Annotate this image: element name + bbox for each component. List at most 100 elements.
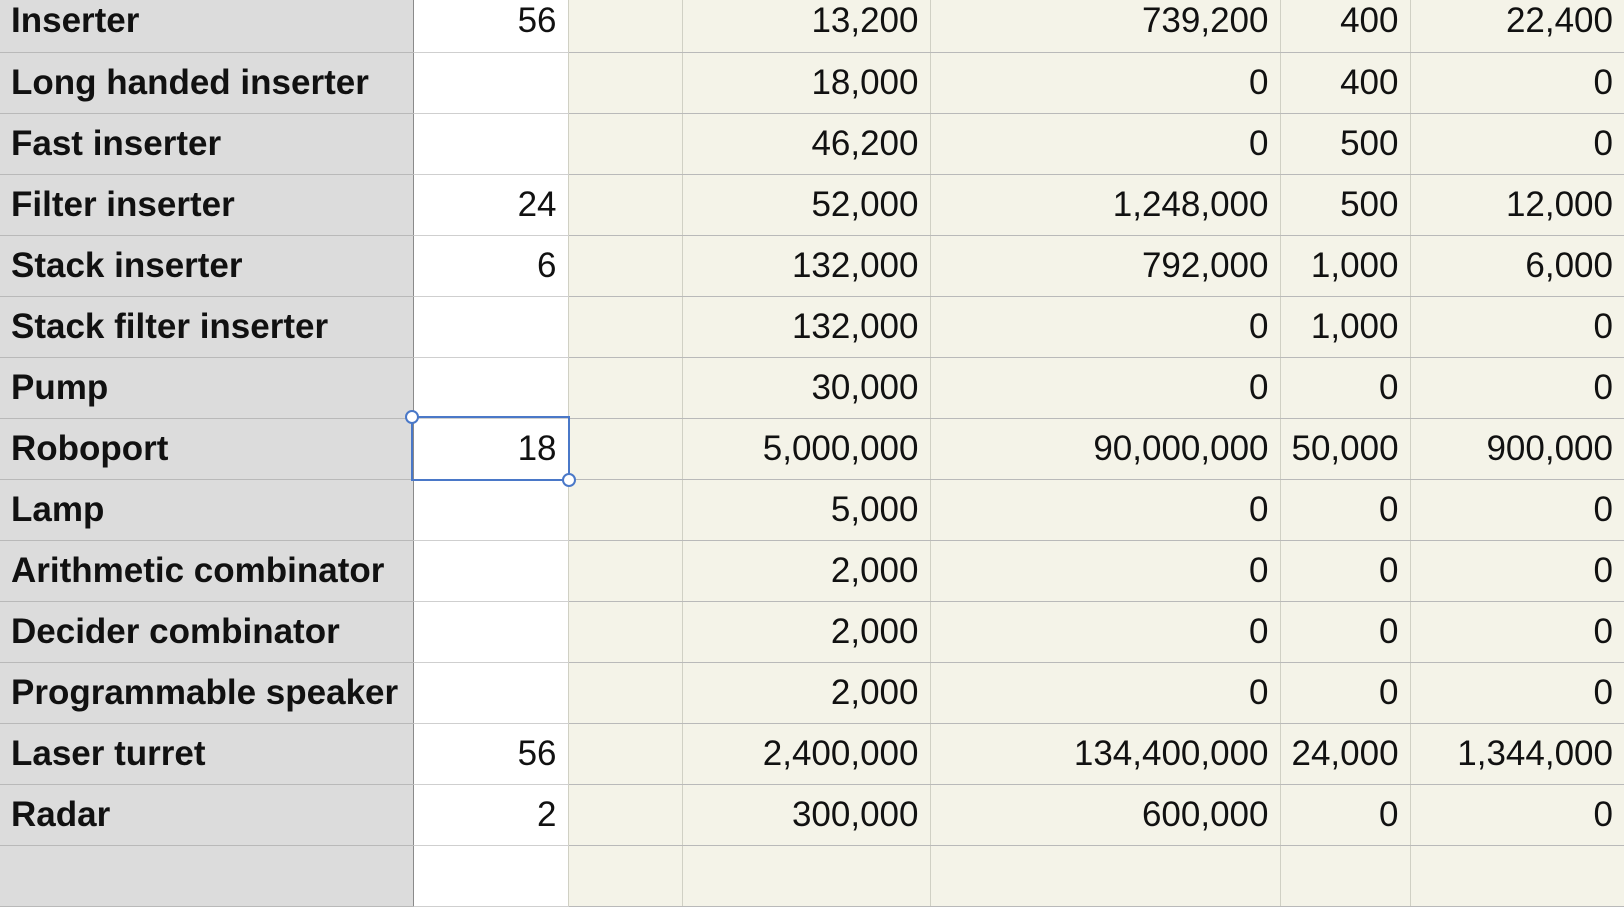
- value-cell-c[interactable]: 0: [1280, 662, 1411, 724]
- count-cell[interactable]: 56: [413, 0, 569, 53]
- blank-cell[interactable]: [568, 52, 683, 114]
- row-label-cell[interactable]: Inserter: [0, 0, 414, 53]
- value-cell-b[interactable]: [930, 845, 1281, 907]
- count-cell[interactable]: [413, 52, 569, 114]
- value-cell-c[interactable]: [1280, 845, 1411, 907]
- value-cell-c[interactable]: 0: [1280, 540, 1411, 602]
- count-cell[interactable]: 56: [413, 723, 569, 785]
- blank-cell[interactable]: [568, 418, 683, 480]
- value-cell-c[interactable]: 1,000: [1280, 296, 1411, 358]
- value-cell-b[interactable]: 1,248,000: [930, 174, 1281, 236]
- blank-cell[interactable]: [568, 357, 683, 419]
- value-cell-a[interactable]: 300,000: [682, 784, 931, 846]
- value-cell-a[interactable]: 132,000: [682, 235, 931, 297]
- value-cell-d[interactable]: 12,000: [1410, 174, 1624, 236]
- value-cell-a[interactable]: 132,000: [682, 296, 931, 358]
- count-cell[interactable]: [413, 479, 569, 541]
- value-cell-c[interactable]: 0: [1280, 357, 1411, 419]
- value-cell-d[interactable]: 0: [1410, 784, 1624, 846]
- value-cell-c[interactable]: 1,000: [1280, 235, 1411, 297]
- value-cell-a[interactable]: 5,000: [682, 479, 931, 541]
- value-cell-c[interactable]: 50,000: [1280, 418, 1411, 480]
- value-cell-d[interactable]: 0: [1410, 113, 1624, 175]
- value-cell-d[interactable]: 0: [1410, 601, 1624, 663]
- value-cell-a[interactable]: 5,000,000: [682, 418, 931, 480]
- row-label-cell[interactable]: Long handed inserter: [0, 52, 414, 114]
- blank-cell[interactable]: [568, 601, 683, 663]
- value-cell-b[interactable]: 0: [930, 296, 1281, 358]
- value-cell-c[interactable]: 500: [1280, 113, 1411, 175]
- row-label-cell[interactable]: [0, 845, 414, 907]
- value-cell-d[interactable]: 900,000: [1410, 418, 1624, 480]
- value-cell-a[interactable]: 46,200: [682, 113, 931, 175]
- value-cell-a[interactable]: 2,000: [682, 662, 931, 724]
- value-cell-a[interactable]: [682, 845, 931, 907]
- row-label-cell[interactable]: Lamp: [0, 479, 414, 541]
- value-cell-d[interactable]: 1,344,000: [1410, 723, 1624, 785]
- count-cell[interactable]: [413, 113, 569, 175]
- value-cell-b[interactable]: 90,000,000: [930, 418, 1281, 480]
- value-cell-c[interactable]: 0: [1280, 601, 1411, 663]
- row-label-cell[interactable]: Decider combinator: [0, 601, 414, 663]
- count-cell[interactable]: [413, 601, 569, 663]
- row-label-cell[interactable]: Roboport: [0, 418, 414, 480]
- value-cell-d[interactable]: 6,000: [1410, 235, 1624, 297]
- row-label-cell[interactable]: Arithmetic combinator: [0, 540, 414, 602]
- value-cell-d[interactable]: 0: [1410, 52, 1624, 114]
- value-cell-a[interactable]: 18,000: [682, 52, 931, 114]
- blank-cell[interactable]: [568, 662, 683, 724]
- row-label-cell[interactable]: Laser turret: [0, 723, 414, 785]
- count-cell[interactable]: 24: [413, 174, 569, 236]
- value-cell-b[interactable]: 0: [930, 540, 1281, 602]
- blank-cell[interactable]: [568, 479, 683, 541]
- value-cell-c[interactable]: 400: [1280, 0, 1411, 53]
- value-cell-b[interactable]: 0: [930, 479, 1281, 541]
- blank-cell[interactable]: [568, 296, 683, 358]
- value-cell-d[interactable]: 0: [1410, 662, 1624, 724]
- blank-cell[interactable]: [568, 0, 683, 53]
- value-cell-b[interactable]: 739,200: [930, 0, 1281, 53]
- value-cell-d[interactable]: [1410, 845, 1624, 907]
- count-cell[interactable]: [413, 357, 569, 419]
- row-label-cell[interactable]: Stack filter inserter: [0, 296, 414, 358]
- row-label-cell[interactable]: Pump: [0, 357, 414, 419]
- row-label-cell[interactable]: Stack inserter: [0, 235, 414, 297]
- count-cell[interactable]: [413, 845, 569, 907]
- value-cell-c[interactable]: 0: [1280, 479, 1411, 541]
- blank-cell[interactable]: [568, 723, 683, 785]
- value-cell-a[interactable]: 2,000: [682, 540, 931, 602]
- value-cell-b[interactable]: 134,400,000: [930, 723, 1281, 785]
- value-cell-b[interactable]: 0: [930, 601, 1281, 663]
- value-cell-b[interactable]: 0: [930, 52, 1281, 114]
- count-cell[interactable]: [413, 662, 569, 724]
- value-cell-c[interactable]: 500: [1280, 174, 1411, 236]
- row-label-cell[interactable]: Programmable speaker: [0, 662, 414, 724]
- count-cell[interactable]: [413, 540, 569, 602]
- value-cell-b[interactable]: 0: [930, 662, 1281, 724]
- value-cell-b[interactable]: 0: [930, 357, 1281, 419]
- blank-cell[interactable]: [568, 845, 683, 907]
- count-cell[interactable]: 2: [413, 784, 569, 846]
- blank-cell[interactable]: [568, 174, 683, 236]
- row-label-cell[interactable]: Radar: [0, 784, 414, 846]
- value-cell-b[interactable]: 0: [930, 113, 1281, 175]
- value-cell-b[interactable]: 792,000: [930, 235, 1281, 297]
- count-cell[interactable]: [413, 296, 569, 358]
- value-cell-a[interactable]: 30,000: [682, 357, 931, 419]
- value-cell-a[interactable]: 52,000: [682, 174, 931, 236]
- value-cell-a[interactable]: 13,200: [682, 0, 931, 53]
- row-label-cell[interactable]: Fast inserter: [0, 113, 414, 175]
- count-cell[interactable]: 6: [413, 235, 569, 297]
- blank-cell[interactable]: [568, 784, 683, 846]
- value-cell-a[interactable]: 2,400,000: [682, 723, 931, 785]
- value-cell-b[interactable]: 600,000: [930, 784, 1281, 846]
- blank-cell[interactable]: [568, 113, 683, 175]
- value-cell-c[interactable]: 24,000: [1280, 723, 1411, 785]
- value-cell-d[interactable]: 0: [1410, 357, 1624, 419]
- value-cell-d[interactable]: 22,400: [1410, 0, 1624, 53]
- value-cell-c[interactable]: 400: [1280, 52, 1411, 114]
- value-cell-c[interactable]: 0: [1280, 784, 1411, 846]
- value-cell-d[interactable]: 0: [1410, 540, 1624, 602]
- row-label-cell[interactable]: Filter inserter: [0, 174, 414, 236]
- value-cell-a[interactable]: 2,000: [682, 601, 931, 663]
